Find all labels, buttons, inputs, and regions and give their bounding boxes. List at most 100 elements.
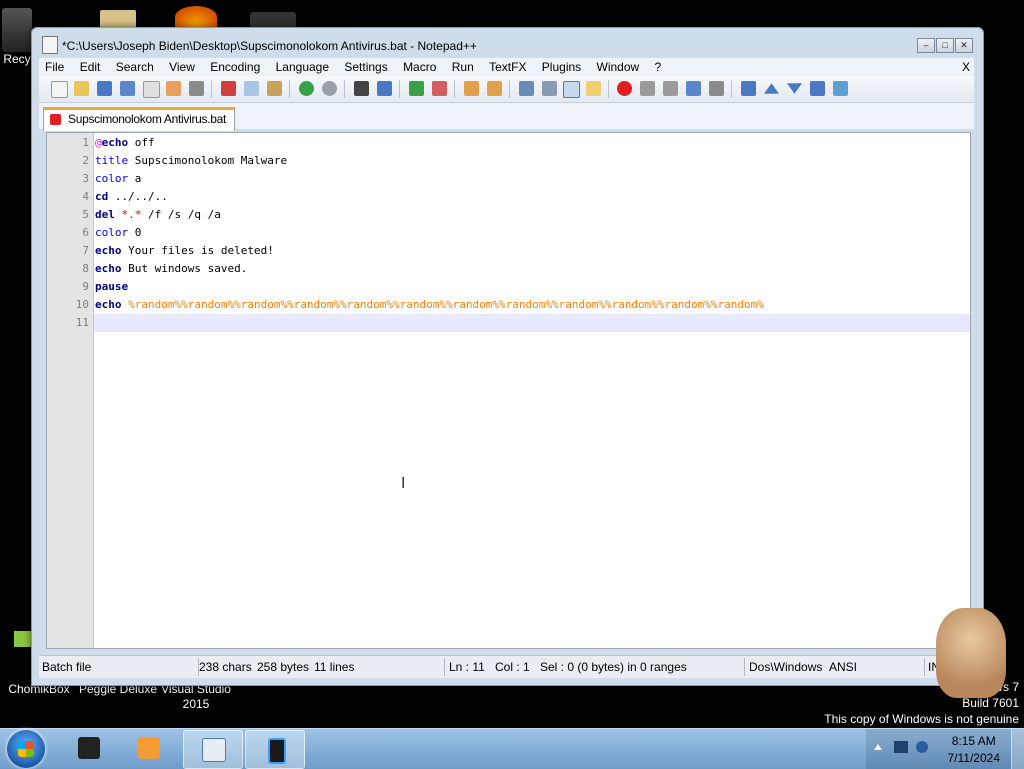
toolbar [39, 76, 974, 103]
code-token: cd [95, 190, 109, 203]
save-macro-icon[interactable] [709, 81, 724, 96]
toolbar-separator [731, 80, 732, 98]
tray-arrow-icon[interactable] [874, 744, 882, 750]
arrow-down-icon[interactable] [787, 83, 802, 94]
menu-textfx[interactable]: TextFX [483, 58, 532, 76]
menu-edit[interactable]: Edit [74, 58, 107, 76]
code-token: off [128, 136, 155, 149]
redo-icon[interactable] [322, 81, 337, 96]
expand-icon[interactable] [810, 81, 825, 96]
indent-guide-icon[interactable] [563, 81, 580, 98]
stop-macro-icon[interactable] [640, 81, 655, 96]
zoom-in-icon[interactable] [409, 81, 424, 96]
paste-icon[interactable] [267, 81, 282, 96]
taskbar-app-notepadpp[interactable] [183, 730, 243, 769]
taskbar-app-media-player[interactable] [120, 730, 178, 767]
copy-icon[interactable] [244, 81, 259, 96]
toolbar-separator [454, 80, 455, 98]
menu-macro[interactable]: Macro [397, 58, 442, 76]
save-all-icon[interactable] [120, 81, 135, 96]
status-chars: 238 chars [199, 660, 252, 674]
menu-plugins[interactable]: Plugins [536, 58, 587, 76]
code-line: @echo off [95, 134, 155, 152]
arrow-up-icon[interactable] [764, 83, 779, 94]
windows-logo-icon [18, 741, 34, 757]
status-bar: Batch file 238 chars 258 bytes 11 lines … [39, 655, 974, 678]
replace-icon[interactable] [377, 81, 392, 96]
close-button[interactable]: ✕ [955, 38, 973, 53]
start-button[interactable] [7, 730, 45, 768]
menu-language[interactable]: Language [270, 58, 335, 76]
show-all-chars-icon[interactable] [542, 81, 557, 96]
sync-horizontal-icon[interactable] [487, 81, 502, 96]
menu-window[interactable]: Window [591, 58, 646, 76]
clock[interactable]: 8:15 AM 7/11/2024 [948, 733, 1001, 767]
text-cursor-icon: I [401, 475, 406, 492]
line-number: 7 [82, 244, 89, 257]
tab-document[interactable]: Supscimonolokom Antivirus.bat [43, 107, 236, 131]
menu-search[interactable]: Search [110, 58, 160, 76]
menu-run[interactable]: Run [446, 58, 480, 76]
minimize-button[interactable]: – [917, 38, 935, 53]
code-line: echo %random%%random%%random%%random%%ra… [95, 296, 764, 314]
sync-vertical-icon[interactable] [464, 81, 479, 96]
close-file-icon[interactable] [143, 81, 160, 98]
menu-settings[interactable]: Settings [338, 58, 393, 76]
code-token: *.* [114, 208, 142, 221]
toolbar-separator [509, 80, 510, 98]
webcam-icon[interactable] [250, 12, 296, 28]
line-number: 3 [82, 172, 89, 185]
word-wrap-icon[interactable] [519, 81, 534, 96]
save-icon[interactable] [97, 81, 112, 96]
code-editor[interactable]: 1 2 3 4 5 6 7 8 9 10 11 @echo off title Supscimonol… [46, 132, 971, 649]
code-line: cd ../../.. [95, 188, 168, 206]
volume-icon[interactable] [916, 741, 928, 753]
taskbar-app-phone[interactable] [245, 730, 305, 769]
code-token: echo [95, 244, 122, 257]
spellcheck-icon[interactable] [833, 81, 848, 96]
show-desktop-button[interactable] [1011, 729, 1024, 769]
maximize-button[interactable]: □ [936, 38, 954, 53]
code-token: color [95, 226, 129, 239]
desktop-icon-visual-studio[interactable]: Visual Studio 2015 [158, 682, 234, 712]
collapse-icon[interactable] [741, 81, 756, 96]
line-number: 11 [75, 316, 89, 329]
desktop-icon-label: Visual Studio 2015 [161, 682, 231, 711]
open-file-icon[interactable] [74, 81, 89, 96]
undo-icon[interactable] [299, 81, 314, 96]
folder-icon[interactable] [100, 10, 136, 28]
find-icon[interactable] [354, 81, 369, 96]
status-selection: Sel : 0 (0 bytes) in 0 ranges [540, 660, 687, 674]
menu-file[interactable]: File [39, 58, 70, 76]
record-macro-icon[interactable] [617, 81, 632, 96]
firefox-icon[interactable] [175, 6, 217, 28]
doc-map-icon[interactable] [586, 81, 601, 96]
network-icon[interactable] [894, 741, 908, 753]
line-number: 10 [75, 298, 89, 311]
zoom-out-icon[interactable] [432, 81, 447, 96]
code-line: title Supscimonolokom Malware [95, 152, 287, 170]
new-file-icon[interactable] [51, 81, 68, 98]
recycle-bin-icon [2, 8, 32, 52]
current-line-highlight [94, 314, 970, 332]
menu-help[interactable]: ? [649, 58, 668, 76]
toolbar-separator [608, 80, 609, 98]
app-icon-green[interactable] [14, 631, 32, 647]
close-all-icon[interactable] [166, 81, 181, 96]
close-document-button[interactable]: X [962, 58, 970, 76]
watermark-line: Build 7601 [962, 696, 1019, 710]
status-col: Col : 1 [495, 660, 530, 674]
title-bar[interactable]: *C:\Users\Joseph Biden\Desktop\Supscimon… [32, 28, 983, 58]
code-token: color [95, 172, 129, 185]
taskbar-app-1[interactable] [60, 730, 118, 767]
cut-icon[interactable] [221, 81, 236, 96]
code-token: title [95, 154, 129, 167]
print-icon[interactable] [189, 81, 204, 96]
run-macro-multiple-icon[interactable] [686, 81, 701, 96]
menu-encoding[interactable]: Encoding [204, 58, 266, 76]
clock-time: 8:15 AM [951, 734, 996, 748]
play-macro-icon[interactable] [663, 81, 678, 96]
menu-view[interactable]: View [163, 58, 201, 76]
desktop-icon-recycle-bin[interactable]: Recy [0, 8, 34, 67]
window-controls: – □ ✕ [917, 38, 973, 53]
